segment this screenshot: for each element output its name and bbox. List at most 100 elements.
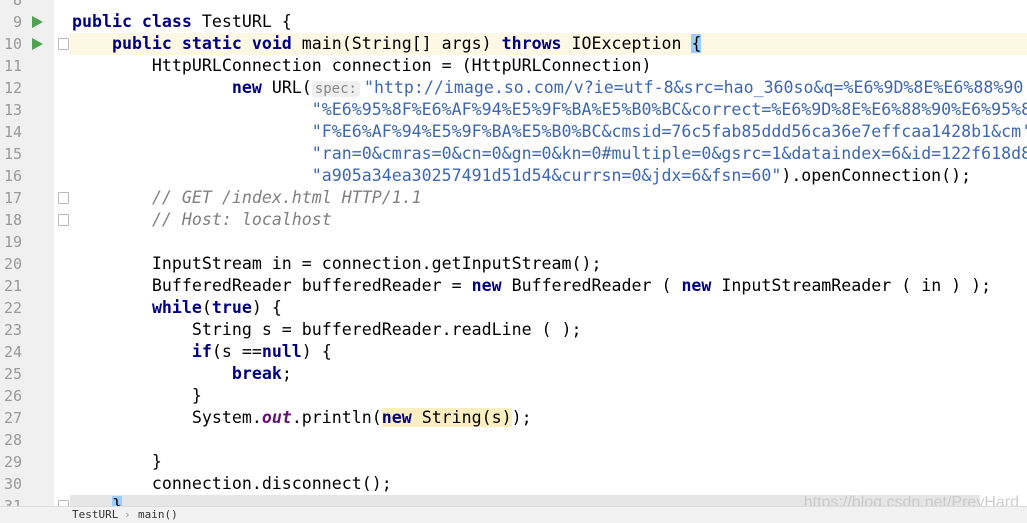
breadcrumb-separator: › [124,508,131,521]
line-number: 9 [12,13,22,31]
code-token: out [261,408,292,427]
code-line[interactable]: 22 while(true) { [0,297,1027,319]
code-token: "a905a34ea30257491d51d54&currsn=0&jdx=6&… [311,166,782,185]
code-text: } [72,385,202,407]
code-text: connection.disconnect(); [72,473,392,495]
code-line[interactable]: 9 public class TestURL { [0,11,1027,33]
line-number: 11 [3,57,22,75]
code-text: "ran=0&cmras=0&cn=0&gn=0&kn=0#multiple=0… [72,143,1027,165]
code-line[interactable]: 30 connection.disconnect(); [0,473,1027,495]
code-token: ); [511,408,542,427]
code-token: "%E6%95%8F%E6%AF%94%E5%9F%BA%E5%B0%BC&co… [311,100,1027,119]
code-token: null [261,342,302,361]
breadcrumb-class[interactable]: TestURL [72,507,118,523]
code-line[interactable]: 15 "ran=0&cmras=0&cn=0&gn=0&kn=0#multipl… [0,143,1027,165]
code-token: TestURL { [201,12,292,31]
code-text: new URL(spec: "http://image.so.com/v?ie=u… [72,77,1023,100]
code-text: public static void main(String[] args) t… [72,33,702,55]
code-text: public class TestURL { [72,11,292,33]
breadcrumb-bar: TestURL › main() [0,506,1027,523]
run-icon[interactable] [32,16,43,28]
fold-icon[interactable] [58,192,69,204]
line-number: 23 [3,321,22,339]
line-number: 22 [3,299,22,317]
code-line[interactable]: 17 // GET /index.html HTTP/1.1 [0,187,1027,209]
run-icon[interactable] [32,38,43,50]
code-token: ) { [251,298,282,317]
line-number: 19 [3,233,22,251]
code-token: { [691,34,702,53]
code-token: new [471,276,512,295]
code-token: break [231,364,282,383]
code-text: InputStream in = connection.getInputStre… [72,253,602,275]
code-line[interactable]: 20 InputStream in = connection.getInputS… [0,253,1027,275]
code-text: "a905a34ea30257491d51d54&currsn=0&jdx=6&… [72,165,971,187]
code-line[interactable]: 18 // Host: localhost [0,209,1027,231]
code-line[interactable]: 11 HttpURLConnection connection = (HttpU… [0,55,1027,77]
code-token: if [191,342,212,361]
code-line[interactable]: 24 if(s ==null) { [0,341,1027,363]
line-number: 13 [3,101,22,119]
code-token: ) { [301,342,332,361]
code-token: HttpURLConnection connection = (HttpURLC… [72,56,652,75]
code-token: while [151,298,202,317]
code-token: } [72,452,162,471]
fold-icon[interactable] [58,38,69,50]
code-line[interactable]: 26 } [0,385,1027,407]
code-line[interactable]: 12 new URL(spec: "http://image.so.com/v?i… [0,77,1027,99]
code-text: // GET /index.html HTTP/1.1 [72,187,422,209]
code-text: } [72,451,162,473]
code-token: public static void [111,34,302,53]
line-number: 25 [3,365,22,383]
code-token: public class [72,12,202,31]
code-token: (s == [211,342,262,361]
code-line[interactable]: 28 [0,429,1027,451]
code-line[interactable]: 23 String s = bufferedReader.readLine ( … [0,319,1027,341]
line-number: 12 [3,79,22,97]
code-token: // Host: localhost [151,210,332,229]
code-token: System. [72,408,262,427]
code-token: String(s) [421,408,512,427]
code-line[interactable]: 10 public static void main(String[] args… [4,33,1027,55]
code-line[interactable]: 27 System.out.println(new String(s)); [0,407,1027,429]
line-number: 28 [3,431,22,449]
code-token: new [381,408,422,427]
line-number: 27 [3,409,22,427]
code-token: "F%E6%AF%94%E5%9F%BA%E5%B0%BC&cmsid=76c5… [311,122,1027,141]
code-line[interactable]: 14 "F%E6%AF%94%E5%9F%BA%E5%B0%BC&cmsid=7… [0,121,1027,143]
code-token: ; [281,364,292,383]
code-line[interactable]: 21 BufferedReader bufferedReader = new B… [0,275,1027,297]
line-number: 10 [3,35,22,53]
line-number: 21 [3,277,22,295]
code-token: throws [501,34,572,53]
code-line[interactable]: 25 break; [0,363,1027,385]
code-line[interactable]: 13 "%E6%95%8F%E6%AF%94%E5%9F%BA%E5%B0%BC… [0,99,1027,121]
line-number: 8 [12,0,22,9]
code-text: break; [72,363,292,385]
line-number: 20 [3,255,22,273]
fold-icon[interactable] [58,214,69,226]
code-text: BufferedReader bufferedReader = new Buff… [72,275,991,297]
code-token: // GET /index.html HTTP/1.1 [151,188,422,207]
code-token: "http://image.so.com/v?ie=utf-8&src=hao_… [363,78,1024,97]
code-line[interactable]: 16 "a905a34ea30257491d51d54&currsn=0&jdx… [0,165,1027,187]
code-line[interactable]: 8 [0,0,1027,11]
code-line[interactable]: 29 } [0,451,1027,473]
line-number: 16 [3,167,22,185]
code-token: true [211,298,252,317]
code-line[interactable]: 19 [0,231,1027,253]
code-token: BufferedReader ( [511,276,682,295]
line-number: 30 [3,475,22,493]
code-token: InputStream in = connection.getInputStre… [72,254,602,273]
code-token: .println( [291,408,382,427]
code-token: spec: [311,81,360,97]
breadcrumb-method[interactable]: main() [138,507,178,523]
